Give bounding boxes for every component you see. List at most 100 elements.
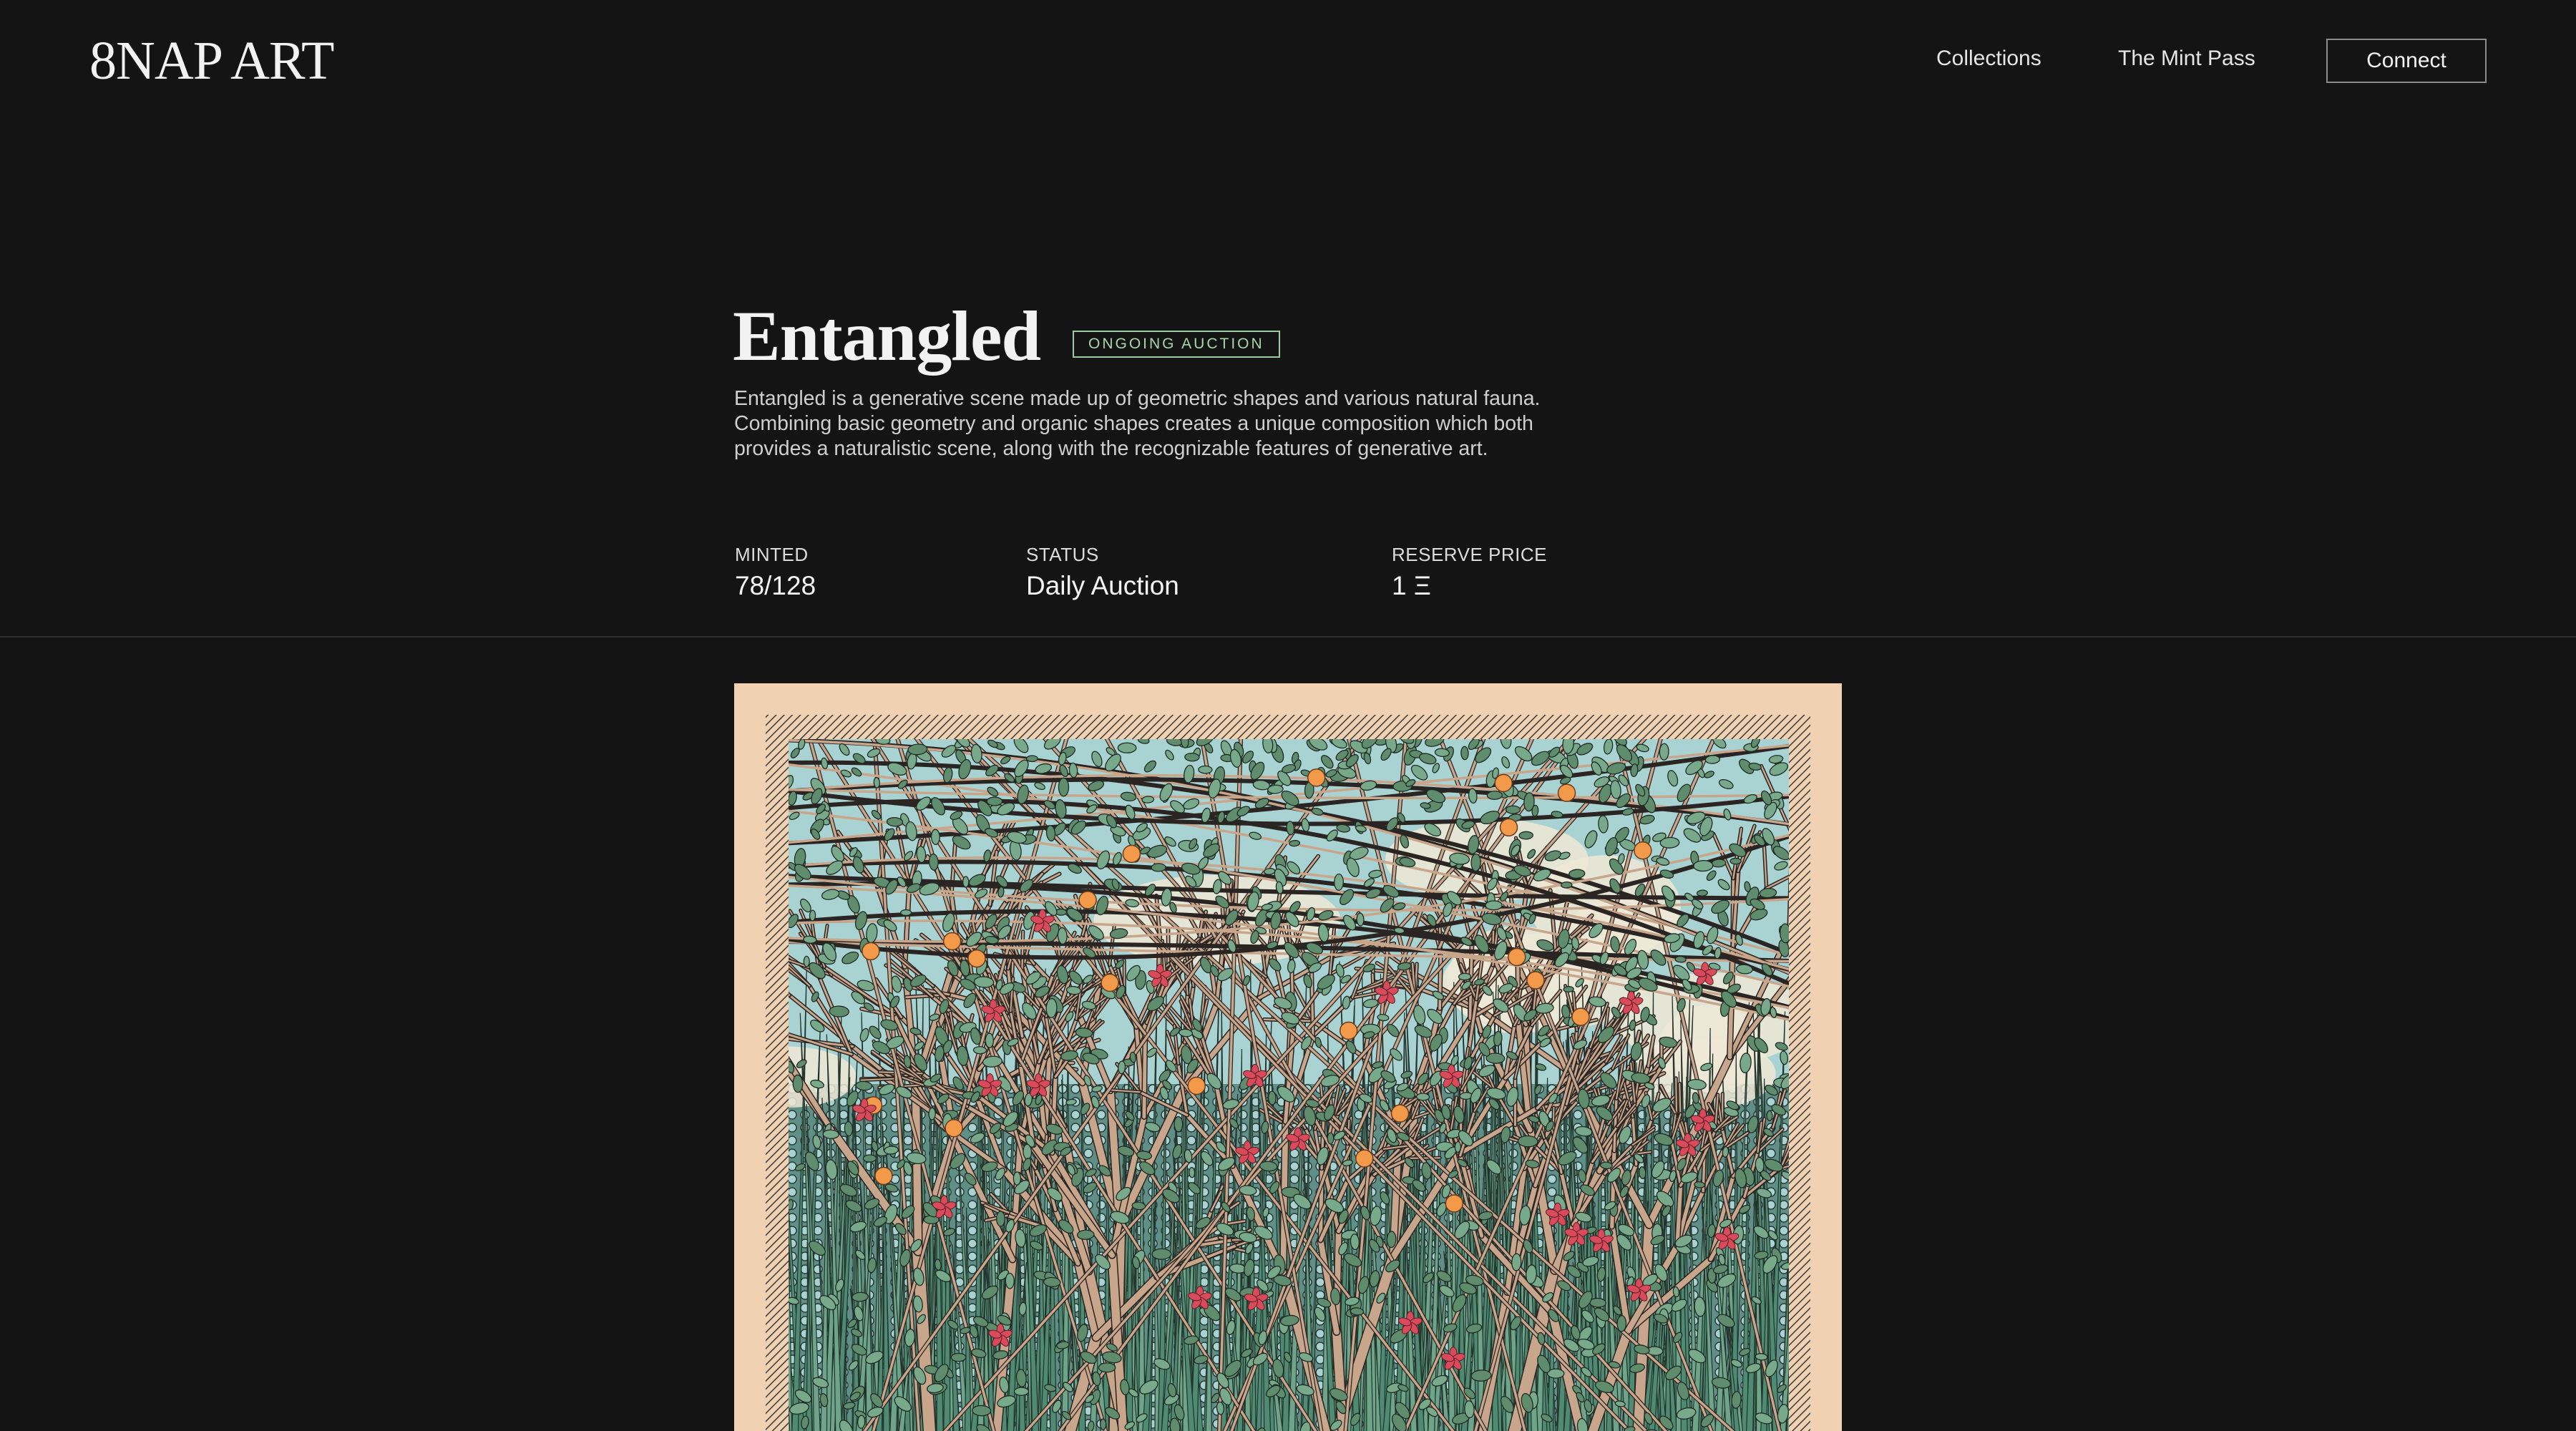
fruit-shape: [1355, 1149, 1374, 1168]
stat-value: 1 Ξ: [1392, 571, 1431, 600]
leaf-shape: [1693, 860, 1714, 872]
leaf-shape: [1174, 1115, 1184, 1133]
leaf-shape: [1659, 836, 1680, 849]
leaf-shape: [1198, 765, 1213, 774]
leaf-shape: [1076, 1229, 1095, 1240]
leaf-shape: [873, 776, 880, 788]
leaf-shape: [996, 1211, 1005, 1227]
leaf-shape: [985, 1032, 994, 1048]
fruit-shape: [1445, 1194, 1464, 1213]
leaf-shape: [1013, 1171, 1022, 1186]
leaf-shape: [1117, 742, 1137, 753]
leaf-shape: [1722, 1146, 1729, 1158]
auction-status-badge: ONGOING AUCTION: [1073, 331, 1280, 358]
fruit-shape: [942, 932, 962, 951]
leaf-shape: [1141, 796, 1155, 804]
nav-collections-link[interactable]: Collections: [1936, 43, 2041, 74]
leaf-shape: [1517, 1135, 1538, 1148]
site-logo[interactable]: 8NAP ART: [89, 29, 334, 93]
leaf-shape: [1151, 863, 1166, 872]
leaf-shape: [928, 1107, 936, 1120]
leaf-shape: [857, 1415, 866, 1429]
leaf-shape: [1045, 997, 1058, 1018]
branch-shape: [912, 1080, 922, 1256]
artwork-image[interactable]: [734, 683, 1842, 1431]
leaf-shape: [844, 1120, 854, 1137]
leaf-shape: [1151, 1248, 1172, 1260]
fruit-shape: [967, 949, 986, 968]
leaf-shape: [1458, 972, 1472, 981]
leaf-shape: [1327, 1132, 1335, 1145]
leaf-shape: [1267, 1090, 1277, 1105]
fruit-shape: [1634, 841, 1652, 860]
leaf-shape: [1470, 853, 1481, 872]
leaf-shape: [1013, 1387, 1030, 1396]
leaf-shape: [1696, 889, 1708, 897]
leaf-shape: [822, 1129, 839, 1139]
branch-shape: [1142, 1035, 1147, 1119]
stat-label: MINTED: [735, 544, 809, 565]
leaf-shape: [1386, 1231, 1397, 1249]
leaf-shape: [1043, 1276, 1061, 1287]
leaf-shape: [886, 816, 904, 827]
leaf-shape: [930, 829, 940, 846]
leaf-shape: [1099, 1418, 1107, 1430]
leaf-shape: [1415, 1093, 1430, 1101]
page: 8NAP ART Collections The Mint Pass Conne…: [0, 0, 2576, 1431]
branch-shape: [1675, 1077, 1678, 1117]
section-divider: [0, 636, 2576, 638]
leaf-shape: [1511, 1253, 1522, 1271]
leaf-shape: [1356, 912, 1365, 927]
leaf-shape: [1674, 955, 1687, 963]
connect-button[interactable]: Connect: [2326, 39, 2487, 83]
leaf-shape: [1189, 1167, 1196, 1178]
fruit-shape: [874, 1166, 893, 1186]
fruit-shape: [1557, 783, 1576, 802]
fruit-shape: [1078, 891, 1097, 909]
leaf-shape: [1599, 1161, 1613, 1170]
stat-label: STATUS: [1026, 544, 1099, 565]
fruit-shape: [1187, 1076, 1206, 1095]
leaf-shape: [962, 876, 970, 888]
fruit-shape: [1571, 1007, 1590, 1026]
fruit-shape: [862, 942, 880, 961]
collection-title: Entangled: [733, 296, 1041, 376]
leaf-shape: [1729, 857, 1742, 865]
leaf-shape: [986, 796, 1003, 806]
leaf-shape: [1659, 743, 1669, 761]
leaf-shape: [1561, 881, 1573, 889]
leaf-shape: [829, 1005, 849, 1017]
leaf-shape: [803, 955, 810, 967]
leaf-shape: [1184, 752, 1200, 762]
artwork-illustration: [734, 683, 1842, 1431]
leaf-shape: [1563, 986, 1574, 993]
leaf-shape: [1505, 805, 1521, 814]
leaf-shape: [1485, 900, 1503, 911]
stat-value: 78/128: [735, 571, 816, 600]
fruit-shape: [1526, 971, 1545, 990]
leaf-shape: [1460, 746, 1469, 761]
collection-description: Entangled is a generative scene made up …: [734, 387, 1541, 460]
leaf-shape: [1005, 1272, 1015, 1289]
stat-reserve-price: RESERVE PRICE 1 Ξ: [1392, 542, 1547, 604]
fruit-shape: [1508, 947, 1526, 967]
leaf-shape: [1766, 1110, 1773, 1122]
leaf-shape: [1454, 1141, 1462, 1153]
leaf-shape: [1486, 791, 1503, 800]
leaf-shape: [900, 909, 912, 917]
leaf-shape: [1616, 1314, 1627, 1332]
leaf-shape: [1058, 777, 1070, 797]
fruit-shape: [1499, 818, 1518, 837]
fruit-shape: [1101, 973, 1119, 992]
leaf-shape: [809, 909, 816, 922]
leaf-shape: [1334, 873, 1344, 892]
leaf-shape: [792, 1074, 804, 1093]
stat-status: STATUS Daily Auction: [1026, 542, 1179, 604]
nav-mint-pass-link[interactable]: The Mint Pass: [2118, 43, 2255, 74]
leaf-shape: [1098, 1362, 1116, 1373]
stat-value: Daily Auction: [1026, 571, 1179, 600]
leaf-shape: [1518, 831, 1533, 840]
stat-label: RESERVE PRICE: [1392, 544, 1547, 565]
fruit-shape: [1494, 773, 1513, 793]
leaf-shape: [1023, 1143, 1033, 1160]
